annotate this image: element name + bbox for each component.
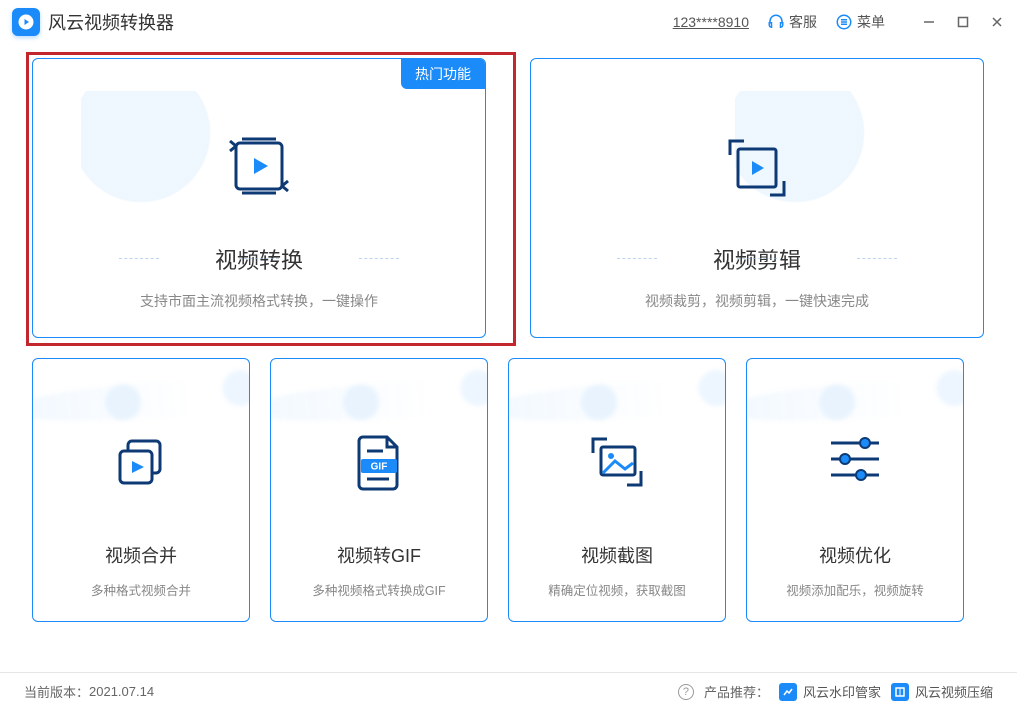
menu-button[interactable]: 菜单 xyxy=(835,12,885,32)
card-desc: 支持市面主流视频格式转换，一键操作 xyxy=(140,291,378,311)
watermark-icon xyxy=(779,683,797,701)
screenshot-icon xyxy=(509,431,725,495)
card-title: 视频转换 xyxy=(215,243,303,275)
card-title: 视频优化 xyxy=(819,542,891,568)
app-title: 风云视频转换器 xyxy=(48,9,174,35)
version-value: 2021.07.14 xyxy=(89,684,154,699)
menu-label: 菜单 xyxy=(857,12,885,32)
footer: 当前版本： 2021.07.14 ? 产品推荐： 风云水印管家 风云视频压缩 xyxy=(0,672,1017,710)
menu-icon xyxy=(835,13,853,31)
card-video-clip[interactable]: 视频剪辑 视频裁剪，视频剪辑，一键快速完成 xyxy=(530,58,984,338)
card-video-screenshot[interactable]: 视频截图 精确定位视频，获取截图 xyxy=(508,358,726,622)
recommend-compress-label: 风云视频压缩 xyxy=(915,682,993,701)
account-link[interactable]: 123****8910 xyxy=(673,14,749,30)
titlebar: 风云视频转换器 123****8910 客服 菜单 xyxy=(0,0,1017,44)
svg-text:GIF: GIF xyxy=(371,462,388,473)
card-desc: 多种格式视频合并 xyxy=(91,580,191,599)
headset-icon xyxy=(767,13,785,31)
card-video-merge[interactable]: 视频合并 多种格式视频合并 xyxy=(32,358,250,622)
version-label: 当前版本： xyxy=(24,682,89,701)
customer-service-label: 客服 xyxy=(789,12,817,32)
close-button[interactable] xyxy=(989,14,1005,30)
clip-icon xyxy=(531,131,983,205)
card-desc: 视频添加配乐，视频旋转 xyxy=(786,580,924,599)
minimize-button[interactable] xyxy=(921,14,937,30)
help-icon[interactable]: ? xyxy=(678,684,694,700)
card-video-to-gif[interactable]: GIF 视频转GIF 多种视频格式转换成GIF xyxy=(270,358,488,622)
card-title: 视频剪辑 xyxy=(713,243,801,275)
card-desc: 多种视频格式转换成GIF xyxy=(312,580,445,599)
recommend-watermark-label: 风云水印管家 xyxy=(803,682,881,701)
card-title: 视频截图 xyxy=(581,542,653,568)
card-video-convert[interactable]: 热门功能 视频转换 支持市面主流视频格式转换，一键操作 xyxy=(32,58,486,338)
app-logo xyxy=(12,8,40,36)
compress-icon xyxy=(891,683,909,701)
card-video-optimize[interactable]: 视频优化 视频添加配乐，视频旋转 xyxy=(746,358,964,622)
card-title: 视频转GIF xyxy=(337,542,421,568)
maximize-button[interactable] xyxy=(955,14,971,30)
recommend-label: 产品推荐： xyxy=(704,682,769,701)
hot-badge: 热门功能 xyxy=(401,59,485,89)
recommend-compress-link[interactable]: 风云视频压缩 xyxy=(891,682,993,701)
card-title: 视频合并 xyxy=(105,542,177,568)
customer-service-button[interactable]: 客服 xyxy=(767,12,817,32)
main-content: 热门功能 视频转换 支持市面主流视频格式转换，一键操作 xyxy=(0,44,1017,672)
card-desc: 精确定位视频，获取截图 xyxy=(548,580,686,599)
gif-icon: GIF xyxy=(271,431,487,493)
optimize-icon xyxy=(747,431,963,487)
convert-icon xyxy=(33,131,485,201)
card-desc: 视频裁剪，视频剪辑，一键快速完成 xyxy=(645,291,869,311)
recommend-watermark-link[interactable]: 风云水印管家 xyxy=(779,682,881,701)
merge-icon xyxy=(33,431,249,493)
